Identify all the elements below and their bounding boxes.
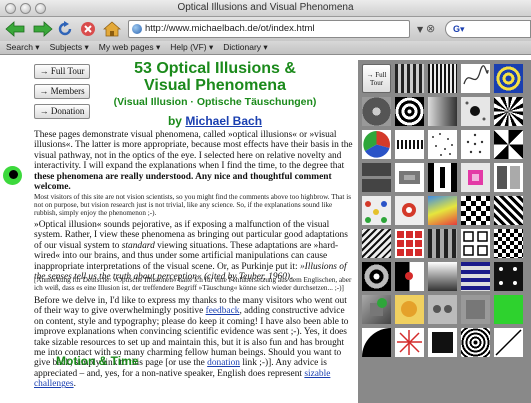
author-line: by Michael Bach [100, 114, 330, 128]
grid-thumb-ripple-icon[interactable] [461, 328, 490, 357]
grid-thumb-gray-tiles-icon[interactable] [461, 295, 490, 324]
stop-button[interactable] [80, 20, 96, 38]
grid-thumb-red-dot-icon[interactable] [395, 196, 424, 225]
title-line-2: Visual Phenomena [144, 77, 286, 94]
pejorative-italic: standard [121, 240, 155, 251]
grid-thumb-gray-bars-icon[interactable] [362, 163, 391, 192]
forward-button[interactable] [32, 20, 54, 38]
grid-thumb-outlined-grid-icon[interactable] [461, 229, 490, 258]
grid-thumb-dots-icon[interactable] [461, 97, 490, 126]
motion-time-heading: Motion & Time [56, 354, 139, 368]
by-label: by [167, 114, 182, 128]
grid-thumb-small-checker-icon[interactable] [494, 229, 523, 258]
intro-paragraph: These pages demonstrate visual phenomena… [34, 130, 354, 193]
grid-thumb-zigzag-icon[interactable] [362, 229, 391, 258]
intro-bold-text: these phenomena are really understood. A… [34, 171, 332, 193]
grid-thumb-black-arc-icon[interactable] [362, 328, 391, 357]
bookmarks-bar: Search ▾ Subjects ▾ My web pages ▾ Help … [0, 41, 531, 55]
grid-thumb-green-icon[interactable] [494, 295, 523, 324]
grid-thumb-checker-shadow-icon[interactable] [362, 295, 391, 324]
illusion-thumbnail-grid: → Full Tour [358, 60, 531, 403]
grid-thumb-column-stripes-icon[interactable] [428, 229, 457, 258]
pejorative-paragraph: »Optical illusion« sounds pejorative, as… [34, 220, 354, 282]
german-note: [Anmerkung für Deutsche: »Optische Illus… [34, 276, 352, 292]
browser-toolbar: http://www.michaelbach.de/ot/index.html … [0, 17, 531, 41]
full-tour-button[interactable]: → Full Tour [34, 64, 90, 79]
black-dot-icon [9, 170, 18, 179]
grid-thumb-pinwheel-icon[interactable] [494, 130, 523, 159]
grid-thumb-dark-icon[interactable] [494, 262, 523, 291]
grid-thumb-rings-icon[interactable] [395, 97, 424, 126]
grid-thumb-star-dots-icon[interactable] [461, 130, 490, 159]
address-url: http://www.michaelbach.de/ot/index.html [145, 23, 315, 34]
title-line-1: 53 Optical Illusions & [134, 60, 296, 77]
bookmark-dictionary[interactable]: Dictionary ▾ [223, 42, 267, 53]
bookmark-help[interactable]: Help (VF) ▾ [170, 42, 213, 53]
thanks-end: . [73, 379, 76, 390]
history-dropdown-icon[interactable]: ▼ [417, 25, 423, 34]
page-subtitle: (Visual Illusion · Optische Täuschungen) [113, 96, 317, 108]
home-icon [103, 21, 121, 37]
window-title: Optical Illusions and Visual Phenomena [177, 2, 354, 13]
grid-thumb-fade-icon[interactable] [428, 262, 457, 291]
stop-icon [81, 22, 95, 36]
grid-thumb-checker-icon[interactable] [461, 196, 490, 225]
grid-thumb-color-dots-icon[interactable] [362, 196, 391, 225]
grid-thumb-bars-icon[interactable] [395, 130, 424, 159]
grid-thumb-fine-stripes-icon[interactable] [428, 64, 457, 93]
grid-thumb-red-squares-icon[interactable] [395, 229, 424, 258]
home-button[interactable] [103, 20, 121, 38]
feedback-link[interactable]: feedback [206, 306, 240, 316]
grid-thumb-diagonal-icon[interactable] [494, 196, 523, 225]
grid-thumb-point-cloud-icon[interactable] [428, 130, 457, 159]
grid-thumb-black-column-icon[interactable] [428, 163, 457, 192]
thanks-paragraph: Before we delve in, I'd like to express … [34, 296, 354, 389]
address-reload-icon[interactable]: ⊗ [426, 22, 435, 35]
grid-thumb-radial-icon[interactable] [494, 97, 523, 126]
grid-thumb-yellow-icon[interactable] [395, 295, 424, 324]
donation-link[interactable]: donation [207, 358, 240, 368]
search-input[interactable]: G▾ [445, 20, 531, 38]
reload-icon [58, 21, 72, 36]
grid-thumb-blue-lines-icon[interactable] [461, 262, 490, 291]
grid-thumb-gradient-icon[interactable] [428, 97, 457, 126]
search-engine-label: G [453, 24, 461, 34]
grid-thumb-line-icon[interactable] [494, 328, 523, 357]
grid-thumb-blue-spiral-icon[interactable] [494, 64, 523, 93]
address-bar[interactable]: http://www.michaelbach.de/ot/index.html [128, 20, 410, 38]
bookmark-subjects[interactable]: Subjects ▾ [50, 42, 89, 53]
donation-button[interactable]: → Donation [34, 104, 90, 119]
search-dropdown-icon: ▾ [460, 24, 465, 34]
small-note: Most visitors of this site are not visio… [34, 193, 352, 217]
grid-thumb-black-rect-icon[interactable] [428, 328, 457, 357]
grid-thumb-gray-blocks-icon[interactable] [494, 163, 523, 192]
members-button[interactable]: → Members [34, 84, 90, 99]
window-titlebar: Optical Illusions and Visual Phenomena [0, 0, 531, 17]
grid-thumb-target-icon[interactable] [362, 262, 391, 291]
bookmark-search[interactable]: Search ▾ [6, 42, 40, 53]
grid-thumb-rainbow-wave-icon[interactable] [428, 196, 457, 225]
grid-thumb-gray-square-icon[interactable] [362, 97, 391, 126]
grid-thumb-pink-square-icon[interactable] [461, 163, 490, 192]
back-button[interactable] [4, 20, 26, 38]
site-globe-icon [132, 24, 142, 34]
grid-thumb-stripes-icon[interactable] [395, 64, 424, 93]
grid-thumb-color-wheel-icon[interactable] [362, 130, 391, 159]
back-arrow-icon [5, 21, 25, 37]
page-title: 53 Optical Illusions & Visual Phenomena [100, 60, 330, 94]
grid-full-tour-button[interactable]: → Full Tour [362, 64, 391, 93]
grid-thumb-gray-rect-icon[interactable] [395, 163, 424, 192]
author-link[interactable]: Michael Bach [185, 114, 262, 128]
grid-thumb-scribble-icon[interactable] [461, 64, 490, 93]
page-content: → Full Tour → Members → Donation 53 Opti… [0, 56, 531, 403]
grid-thumb-red-star-icon[interactable] [395, 328, 424, 357]
grid-thumb-red-cross-icon[interactable] [395, 262, 424, 291]
bookmark-my-web-pages[interactable]: My web pages ▾ [99, 42, 160, 53]
grid-thumb-gray-dots-icon[interactable] [428, 295, 457, 324]
forward-arrow-icon [33, 21, 53, 37]
reload-button[interactable] [57, 20, 73, 38]
intro-text: These pages demonstrate visual phenomena… [34, 130, 353, 172]
